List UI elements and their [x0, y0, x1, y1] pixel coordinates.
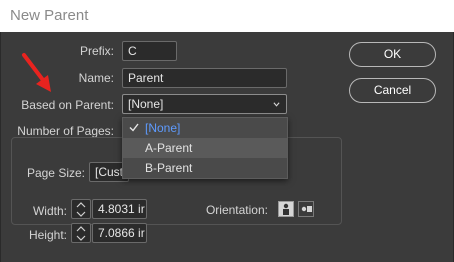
dropdown-item-label: A-Parent: [145, 141, 193, 155]
name-label: Name:: [78, 71, 114, 85]
landscape-orientation-icon[interactable]: [298, 201, 314, 217]
name-field[interactable]: Parent: [122, 68, 287, 88]
stepper-icon: [76, 226, 86, 241]
based-on-parent-dropdown: [None] A-Parent B-Parent: [122, 117, 288, 179]
orientation-label: Orientation:: [205, 203, 268, 217]
width-label: Width:: [32, 204, 67, 218]
height-label: Height:: [28, 228, 67, 242]
dropdown-item-a-parent[interactable]: A-Parent: [123, 138, 287, 158]
width-stepper[interactable]: [71, 199, 91, 219]
based-on-parent-label: Based on Parent:: [21, 98, 114, 112]
page-size-label: Page Size:: [26, 166, 85, 180]
chevron-down-icon: [273, 102, 280, 107]
dropdown-item-b-parent[interactable]: B-Parent: [123, 158, 287, 178]
stepper-icon: [76, 202, 86, 217]
based-on-parent-select[interactable]: [None]: [122, 94, 287, 114]
based-on-parent-value: [None]: [128, 97, 164, 111]
height-stepper[interactable]: [71, 223, 91, 243]
height-field[interactable]: 7.0866 ir: [92, 223, 147, 243]
dropdown-item-none[interactable]: [None]: [123, 118, 287, 138]
dialog-title: New Parent: [10, 7, 89, 24]
dropdown-item-label: [None]: [145, 121, 181, 135]
check-icon: [129, 123, 139, 132]
prefix-label: Prefix:: [79, 44, 114, 58]
number-of-pages-label: Number of Pages:: [17, 124, 114, 138]
title-bar: New Parent: [0, 0, 454, 32]
width-field[interactable]: 4.8031 ir: [92, 199, 147, 219]
cancel-button[interactable]: Cancel: [349, 78, 436, 103]
portrait-orientation-icon[interactable]: [278, 201, 294, 217]
ok-button[interactable]: OK: [349, 42, 436, 67]
dropdown-item-label: B-Parent: [145, 161, 193, 175]
prefix-field[interactable]: C: [122, 41, 177, 61]
